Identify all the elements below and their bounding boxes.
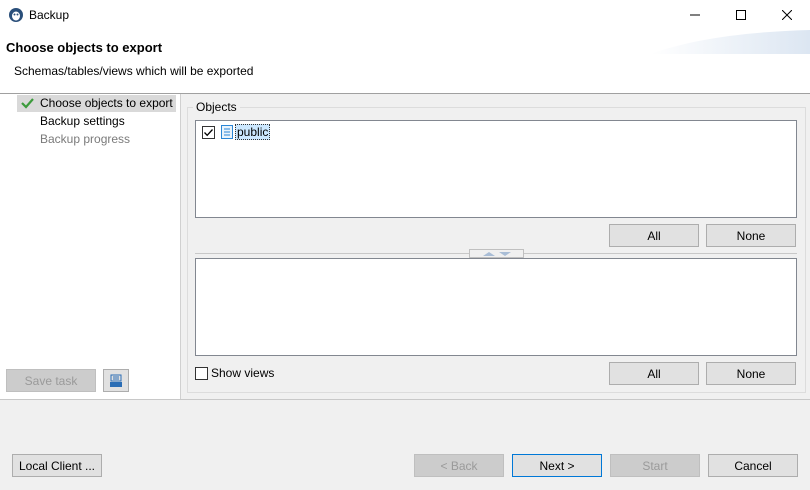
show-views-option[interactable]: Show views <box>195 366 274 380</box>
close-button[interactable] <box>764 0 810 30</box>
button-label: Cancel <box>734 458 772 473</box>
button-label: All <box>647 366 661 381</box>
page-description: Schemas/tables/views which will be expor… <box>14 64 254 78</box>
local-client-button[interactable]: Local Client ... <box>12 454 102 477</box>
wizard-header: Choose objects to export Schemas/tables/… <box>0 30 810 93</box>
minimize-icon <box>690 14 700 16</box>
button-label: All <box>647 228 661 243</box>
check-icon <box>21 98 34 109</box>
app-icon <box>9 8 23 22</box>
collapse-arrows-icon <box>482 251 511 256</box>
nav-step-backup-settings[interactable]: Backup settings <box>17 113 176 130</box>
select-all-tables-button[interactable]: All <box>609 362 699 385</box>
minimize-button[interactable] <box>672 0 718 30</box>
schema-label: public <box>235 124 271 140</box>
select-none-tables-button[interactable]: None <box>706 362 796 385</box>
maximize-button[interactable] <box>718 0 764 30</box>
back-button[interactable]: < Back <box>414 454 504 477</box>
splitter-handle[interactable] <box>469 249 524 258</box>
page-title: Choose objects to export <box>6 40 163 55</box>
header-decoration <box>650 30 810 54</box>
button-label: None <box>736 366 766 381</box>
show-views-label: Show views <box>211 366 275 380</box>
objects-group-label: Objects <box>193 100 240 114</box>
button-label: None <box>736 228 766 243</box>
select-none-schemas-button[interactable]: None <box>706 224 796 247</box>
checkmark-icon <box>204 128 213 136</box>
window-title: Backup <box>29 8 70 22</box>
title-bar: Backup <box>0 0 810 30</box>
schema-checkbox[interactable] <box>202 125 215 139</box>
schema-icon <box>221 125 233 139</box>
nav-step-choose-objects[interactable]: Choose objects to export <box>17 95 176 112</box>
next-button[interactable]: Next > <box>512 454 602 477</box>
nav-step-label: Backup settings <box>40 114 125 128</box>
show-views-checkbox[interactable] <box>195 366 208 380</box>
button-label: Local Client ... <box>18 458 96 473</box>
button-label: < Back <box>440 458 478 473</box>
nav-step-backup-progress[interactable]: Backup progress <box>17 131 176 148</box>
maximize-icon <box>736 10 746 20</box>
nav-step-label: Backup progress <box>40 132 131 146</box>
table-list[interactable] <box>195 258 797 356</box>
schema-list[interactable]: public <box>195 120 797 218</box>
select-all-schemas-button[interactable]: All <box>609 224 699 247</box>
save-task-button[interactable]: Save task <box>6 369 96 392</box>
cancel-button[interactable]: Cancel <box>708 454 798 477</box>
save-task-label: Save task <box>24 373 78 388</box>
button-label: Next > <box>539 458 575 473</box>
close-icon <box>782 10 792 20</box>
list-item[interactable]: public <box>202 124 271 140</box>
button-label: Start <box>642 458 668 473</box>
save-task-options-button[interactable] <box>103 369 129 392</box>
save-task-icon <box>110 374 122 387</box>
nav-step-label: Choose objects to export <box>40 96 173 110</box>
start-button[interactable]: Start <box>610 454 700 477</box>
